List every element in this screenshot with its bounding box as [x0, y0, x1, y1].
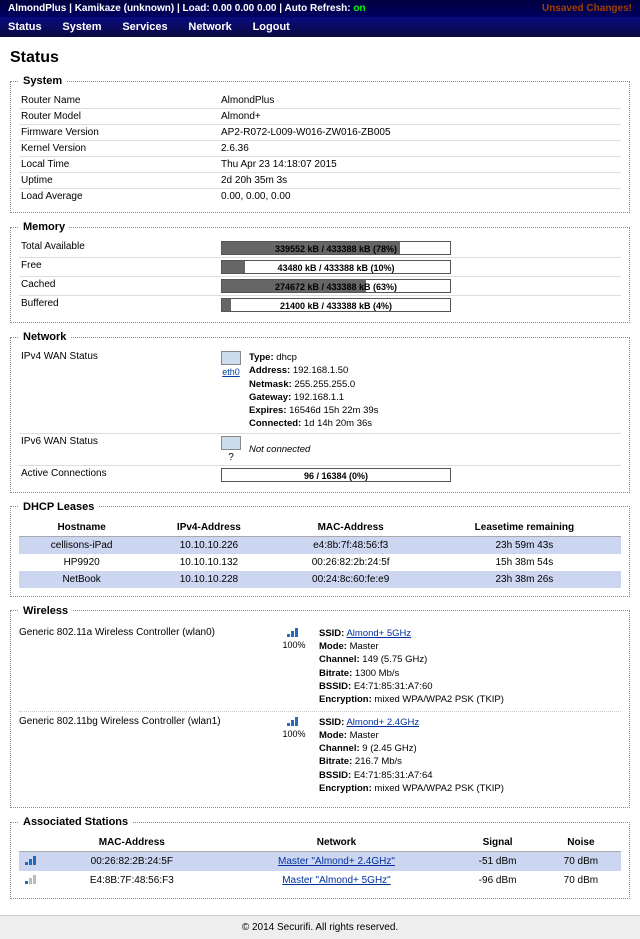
auto-refresh-state[interactable]: on: [353, 3, 365, 14]
dhcp-row: cellisons-iPad10.10.10.226e4:8b:7f:48:56…: [19, 536, 621, 554]
dhcp-row: NetBook10.10.10.22800:24:8c:60:fe:e923h …: [19, 571, 621, 588]
memory-bar: 43480 kB / 433388 kB (10%): [221, 260, 451, 274]
top-status-bar: AlmondPlus | Kamikaze (unknown) | Load: …: [0, 0, 640, 17]
network-legend: Network: [19, 331, 70, 343]
nav-network[interactable]: Network: [188, 21, 231, 33]
nav-system[interactable]: System: [62, 21, 101, 33]
ssid-link[interactable]: Almond+ 5GHz: [346, 628, 411, 639]
system-legend: System: [19, 75, 66, 87]
nav-status[interactable]: Status: [8, 21, 42, 33]
page-title: Status: [10, 49, 630, 67]
dhcp-row: HP992010.10.10.13200:26:82:2b:24:5f15h 3…: [19, 554, 621, 571]
ssid-link[interactable]: Almond+ 2.4GHz: [346, 717, 419, 728]
memory-group: Memory Total Available339552 kB / 433388…: [10, 221, 630, 323]
assoc-row: E4:8B:7F:48:56:F3Master "Almond+ 5GHz"-9…: [19, 871, 621, 890]
signal-icon: [287, 716, 301, 726]
memory-bar: 339552 kB / 433388 kB (78%): [221, 241, 451, 255]
wireless-legend: Wireless: [19, 605, 72, 617]
nav-services[interactable]: Services: [122, 21, 167, 33]
signal-icon: [25, 874, 39, 884]
dhcp-legend: DHCP Leases: [19, 501, 98, 513]
signal-icon: [287, 627, 301, 637]
assoc-network-link[interactable]: Master "Almond+ 2.4GHz": [278, 856, 395, 867]
memory-bar: 274672 kB / 433388 kB (63%): [221, 279, 451, 293]
unsaved-changes-link[interactable]: Unsaved Changes!: [542, 3, 632, 14]
wifi-radio-label: Generic 802.11bg Wireless Controller (wl…: [19, 716, 269, 727]
assoc-row: 00:26:82:2B:24:5FMaster "Almond+ 2.4GHz"…: [19, 852, 621, 872]
active-connections-bar: 96 / 16384 (0%): [221, 468, 451, 482]
network-iface-icon: [221, 436, 241, 450]
wifi-radio-label: Generic 802.11a Wireless Controller (wla…: [19, 627, 269, 638]
assoc-legend: Associated Stations: [19, 816, 132, 828]
signal-icon: [25, 855, 39, 865]
nav-logout[interactable]: Logout: [253, 21, 290, 33]
network-group: Network IPv4 WAN Status eth0 Type: dhcpA…: [10, 331, 630, 493]
system-group: System Router NameAlmondPlus Router Mode…: [10, 75, 630, 213]
footer: © 2014 Securifi. All rights reserved.: [0, 915, 640, 939]
dhcp-group: DHCP Leases HostnameIPv4-AddressMAC-Addr…: [10, 501, 630, 597]
memory-legend: Memory: [19, 221, 69, 233]
assoc-group: Associated Stations MAC-AddressNetworkSi…: [10, 816, 630, 899]
main-nav: Status System Services Network Logout: [0, 17, 640, 37]
memory-bar: 21400 kB / 433388 kB (4%): [221, 298, 451, 312]
network-iface-icon: [221, 351, 241, 365]
assoc-network-link[interactable]: Master "Almond+ 5GHz": [282, 875, 391, 886]
iface-link[interactable]: eth0: [222, 367, 240, 377]
wireless-group: Wireless Generic 802.11a Wireless Contro…: [10, 605, 630, 809]
ipv6-status: Not connected: [249, 444, 310, 455]
